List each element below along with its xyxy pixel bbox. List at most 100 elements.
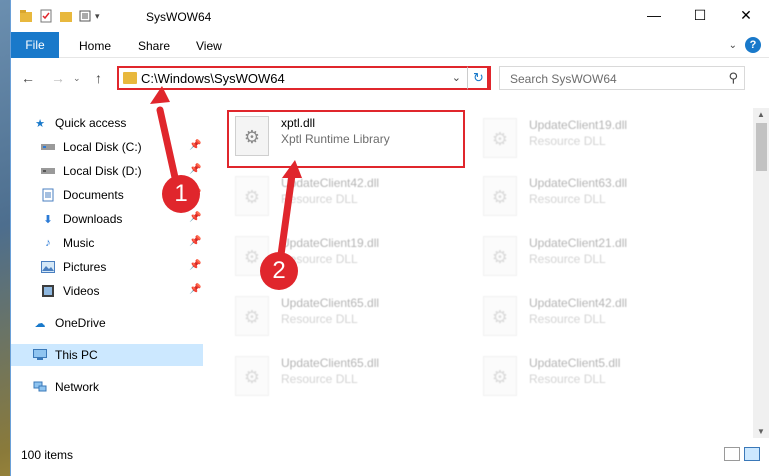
back-button[interactable]: ← (21, 70, 35, 86)
drive-icon (41, 140, 55, 154)
sidebar-item-label: Local Disk (C:) (63, 140, 142, 154)
search-icon: ⚲ (728, 70, 738, 85)
sidebar-item-music[interactable]: ♪ Music 📌 (11, 232, 203, 254)
properties-icon[interactable] (39, 9, 53, 23)
dll-file-icon: ⚙ (483, 118, 517, 158)
file-item-xptl[interactable]: ⚙ xptl.dll Xptl Runtime Library (227, 110, 465, 168)
sidebar-item-label: Downloads (63, 212, 123, 226)
folder-icon (123, 72, 137, 84)
file-name: UpdateClient21.dll (529, 236, 628, 250)
tab-file[interactable]: File (11, 32, 59, 58)
file-type: Xptl Runtime Library (281, 132, 390, 146)
network-icon (33, 380, 47, 394)
new-folder-icon[interactable] (59, 9, 73, 23)
sidebar-item-label: Music (63, 236, 95, 250)
dll-file-icon: ⚙ (235, 296, 269, 336)
videos-icon (41, 284, 55, 298)
file-name: UpdateClient19.dll (529, 118, 628, 132)
sidebar-item-label: Videos (63, 284, 100, 298)
file-type: Resource DLL (529, 252, 606, 266)
large-icons-view-icon[interactable] (744, 447, 760, 461)
chevron-down-icon[interactable]: ⌄ (452, 71, 461, 84)
navigation-pane: ★ Quick access Local Disk (C:) 📌 Local D… (11, 108, 203, 438)
file-name: UpdateClient63.dll (529, 176, 628, 190)
file-type: Resource DLL (529, 372, 606, 386)
dll-file-icon: ⚙ (235, 356, 269, 396)
file-type: Resource DLL (529, 192, 606, 206)
file-name: UpdateClient42.dll (529, 296, 628, 310)
file-item[interactable]: ⚙ UpdateClient42.dll Resource DLL (477, 292, 717, 344)
file-type: Resource DLL (529, 312, 606, 326)
star-icon: ★ (35, 117, 45, 130)
sidebar-item-local-disk-c[interactable]: Local Disk (C:) 📌 (11, 136, 203, 158)
dll-file-icon: ⚙ (235, 176, 269, 216)
details-view-icon[interactable] (724, 447, 740, 461)
sidebar-item-network[interactable]: Network (11, 376, 203, 398)
file-name: UpdateClient65.dll (281, 296, 380, 310)
file-item[interactable]: ⚙ UpdateClient5.dll Resource DLL (477, 352, 717, 404)
close-button[interactable]: ✕ (723, 0, 769, 30)
sidebar-item-label: OneDrive (55, 316, 106, 330)
dll-file-icon: ⚙ (483, 356, 517, 396)
chevron-down-icon[interactable]: ▾ (95, 11, 100, 22)
file-type: Resource DLL (281, 192, 358, 206)
pin-icon[interactable]: 📌 (189, 164, 201, 175)
pin-icon[interactable]: 📌 (189, 260, 201, 271)
up-button[interactable]: ↑ (95, 70, 102, 86)
pin-icon[interactable]: 📌 (189, 140, 201, 151)
refresh-button[interactable]: ↻ (467, 66, 491, 90)
dll-file-icon: ⚙ (483, 176, 517, 216)
tab-home[interactable]: Home (79, 39, 111, 53)
sidebar-item-label: Documents (63, 188, 124, 202)
search-input[interactable]: Search SysWOW64 ⚲ (499, 66, 745, 90)
refresh-icon: ↻ (473, 70, 484, 85)
computer-icon (33, 348, 47, 362)
sidebar-item-label: Pictures (63, 260, 107, 274)
recent-locations-icon[interactable]: ⌄ (73, 73, 81, 84)
sidebar-item-this-pc[interactable]: This PC (11, 344, 203, 366)
ribbon-tabs: File Home Share View ⌄ ? (11, 32, 769, 58)
forward-button[interactable]: → (51, 70, 65, 86)
item-count: 100 items (21, 448, 74, 462)
pin-icon[interactable]: 📌 (189, 284, 201, 295)
sidebar-item-label: Local Disk (D:) (63, 164, 142, 178)
file-item[interactable]: ⚙ UpdateClient65.dll Resource DLL (229, 292, 469, 344)
drive-icon (41, 164, 55, 178)
sidebar-item-videos[interactable]: Videos 📌 (11, 280, 203, 302)
pin-icon[interactable]: 📌 (189, 212, 201, 223)
help-icon[interactable]: ? (745, 37, 761, 53)
file-type: Resource DLL (281, 312, 358, 326)
file-item[interactable]: ⚙ UpdateClient42.dll Resource DLL (229, 172, 469, 224)
sidebar-item-pictures[interactable]: Pictures 📌 (11, 256, 203, 278)
file-item[interactable]: ⚙ UpdateClient63.dll Resource DLL (477, 172, 717, 224)
tab-share[interactable]: Share (138, 39, 170, 53)
tab-view[interactable]: View (196, 39, 222, 53)
pin-icon[interactable]: 📌 (189, 236, 201, 247)
vertical-scrollbar[interactable]: ▲ ▼ (753, 108, 769, 438)
status-bar: 100 items (11, 444, 769, 466)
window-title: SysWOW64 (146, 10, 212, 24)
sidebar-item-onedrive[interactable]: ☁ OneDrive (11, 312, 203, 334)
pictures-icon (41, 260, 55, 274)
file-name: UpdateClient65.dll (281, 356, 380, 370)
dll-file-icon: ⚙ (235, 116, 269, 156)
file-item[interactable]: ⚙ UpdateClient21.dll Resource DLL (477, 232, 717, 284)
file-type: Resource DLL (529, 134, 606, 148)
scroll-down-icon[interactable]: ▼ (757, 427, 765, 436)
file-item[interactable]: ⚙ UpdateClient19.dll Resource DLL (477, 114, 717, 166)
sidebar-item-label: Quick access (55, 116, 127, 130)
address-bar[interactable]: C:\Windows\SysWOW64 ⌄ (117, 66, 489, 90)
dll-file-icon: ⚙ (483, 296, 517, 336)
title-bar: ▾ SysWOW64 — ☐ ✕ (11, 0, 769, 32)
minimize-button[interactable]: — (631, 0, 677, 30)
customize-toolbar-icon[interactable] (79, 9, 93, 23)
dll-file-icon: ⚙ (483, 236, 517, 276)
maximize-button[interactable]: ☐ (677, 0, 723, 30)
expand-ribbon-icon[interactable]: ⌄ (729, 40, 737, 51)
documents-icon (41, 188, 55, 202)
sidebar-item-quick-access[interactable]: ★ Quick access (11, 112, 203, 134)
file-item[interactable]: ⚙ UpdateClient65.dll Resource DLL (229, 352, 469, 404)
scroll-up-icon[interactable]: ▲ (757, 110, 765, 119)
scrollbar-thumb[interactable] (756, 123, 767, 171)
file-name: UpdateClient5.dll (529, 356, 621, 370)
